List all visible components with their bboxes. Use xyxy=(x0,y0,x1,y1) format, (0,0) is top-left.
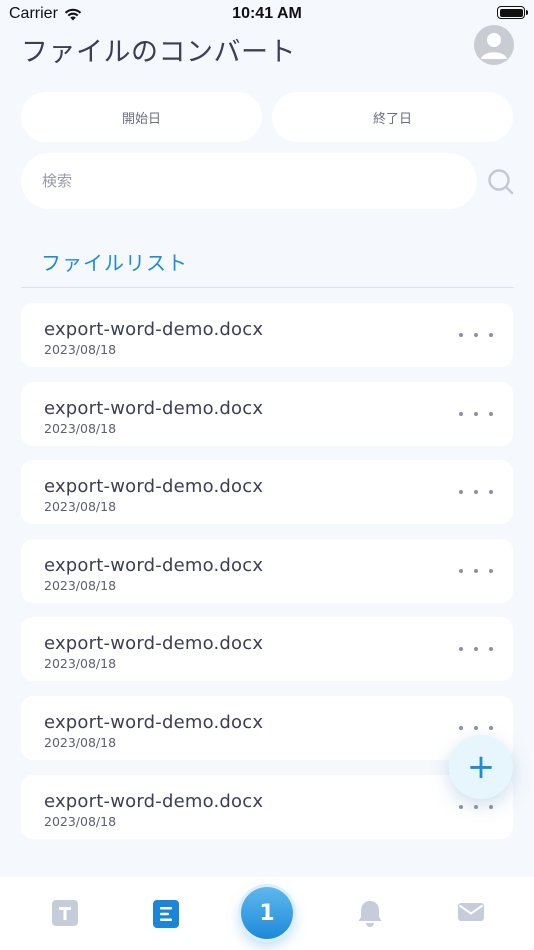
tab-center-badge[interactable]: 1 xyxy=(241,887,293,939)
battery-icon xyxy=(497,6,528,19)
file-date: 2023/08/18 xyxy=(44,342,117,357)
more-options-icon[interactable] xyxy=(459,325,493,345)
more-options-icon[interactable] xyxy=(459,797,493,817)
file-name: export-word-demo.docx xyxy=(44,319,264,340)
avatar[interactable] xyxy=(474,25,514,65)
page-title: ファイルのコンバート xyxy=(21,37,296,67)
user-icon xyxy=(481,33,507,59)
more-options-icon[interactable] xyxy=(459,639,493,659)
file-name: export-word-demo.docx xyxy=(44,790,264,812)
file-date: 2023/08/18 xyxy=(44,577,117,593)
search-button[interactable] xyxy=(486,167,514,195)
status-bar: Carrier 10:41 AM xyxy=(0,0,534,28)
text-icon xyxy=(52,900,78,926)
file-list-item[interactable]: export-word-demo.docx 2023/08/18 xyxy=(21,617,513,682)
tab-messages[interactable] xyxy=(430,877,510,950)
more-options-icon[interactable] xyxy=(459,404,493,424)
file-list-item[interactable]: export-word-demo.docx 2023/08/18 xyxy=(21,774,513,839)
more-options-icon[interactable] xyxy=(459,482,493,502)
status-time: 10:41 AM xyxy=(232,5,302,22)
end-date-button[interactable]: 終了日 xyxy=(272,92,513,142)
start-date-button[interactable]: 開始日 xyxy=(21,92,262,142)
file-list-item[interactable]: export-word-demo.docx 2023/08/18 xyxy=(21,381,513,446)
file-date: 2023/08/18 xyxy=(44,813,117,829)
file-list: export-word-demo.docx 2023/08/18 export-… xyxy=(21,303,513,853)
file-list-item[interactable]: export-word-demo.docx 2023/08/18 xyxy=(21,460,513,525)
file-list-item[interactable]: export-word-demo.docx 2023/08/18 xyxy=(21,538,513,603)
file-date: 2023/08/18 xyxy=(44,656,117,672)
add-file-button[interactable]: + xyxy=(449,735,513,799)
file-name: export-word-demo.docx xyxy=(44,711,264,733)
more-options-icon[interactable] xyxy=(459,561,493,581)
search-field xyxy=(21,153,477,209)
file-name: export-word-demo.docx xyxy=(44,476,264,498)
file-list-item[interactable]: export-word-demo.docx 2023/08/18 xyxy=(21,695,513,760)
file-date: 2023/08/18 xyxy=(44,734,117,750)
tab-text[interactable] xyxy=(24,877,104,950)
tab-documents[interactable] xyxy=(125,877,205,950)
file-list-item[interactable]: export-word-demo.docx 2023/08/18 xyxy=(21,303,513,367)
tab-notifications[interactable] xyxy=(329,877,409,950)
battery-level xyxy=(499,8,523,17)
document-icon xyxy=(153,900,179,928)
file-date: 2023/08/18 xyxy=(44,499,117,515)
search-input[interactable] xyxy=(21,153,477,209)
bell-icon xyxy=(358,901,382,927)
file-list-title: ファイルリスト xyxy=(41,251,188,275)
file-name: export-word-demo.docx xyxy=(44,633,264,655)
section-divider xyxy=(21,287,514,288)
file-name: export-word-demo.docx xyxy=(44,554,264,576)
search-icon xyxy=(488,169,514,195)
file-date: 2023/08/18 xyxy=(44,420,117,436)
file-name: export-word-demo.docx xyxy=(44,397,264,419)
mail-icon xyxy=(458,903,484,921)
